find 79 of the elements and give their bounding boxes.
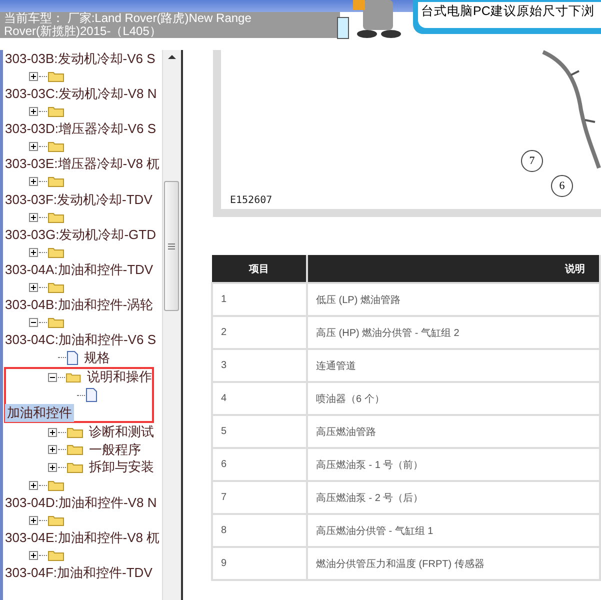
- expand-toggle[interactable]: [29, 142, 38, 152]
- tree-item[interactable]: 303-03G:发动机冷却-GTD: [5, 226, 156, 244]
- table-cell: 7: [212, 481, 307, 514]
- folder-icon: [66, 372, 81, 383]
- tree-item[interactable]: 诊断和测试: [89, 423, 154, 442]
- table-cell: 2: [212, 316, 307, 349]
- folder-icon: [48, 176, 64, 188]
- expand-toggle[interactable]: [48, 445, 57, 454]
- column-header: 说明: [307, 255, 600, 283]
- table-cell: 5: [212, 415, 307, 448]
- table-cell: 9: [212, 547, 307, 580]
- tree-item[interactable]: 303-04A:加油和控件-TDV: [5, 260, 154, 279]
- tree-item[interactable]: 303-03D:增压器冷却-V6 S: [5, 120, 156, 138]
- expand-toggle[interactable]: [29, 72, 38, 81]
- figure-code: E152607: [230, 195, 272, 206]
- scrollbar[interactable]: [162, 50, 181, 600]
- expand-toggle[interactable]: [48, 428, 57, 437]
- tree-item[interactable]: 规格: [84, 348, 110, 367]
- table-cell: 高压燃油分供管 - 气缸组 1: [307, 514, 600, 547]
- folder-icon: [48, 141, 64, 152]
- folder-icon: [67, 444, 83, 456]
- expand-toggle[interactable]: [29, 283, 38, 292]
- folder-icon: [48, 317, 64, 328]
- callout-number: 6: [551, 175, 573, 197]
- table-cell: 低压 (LP) 燃油管路: [307, 283, 600, 316]
- expand-toggle[interactable]: [29, 480, 38, 490]
- tree-item[interactable]: 303-04D:加油和控件-V8 N: [5, 494, 157, 512]
- tree-item[interactable]: 303-04F:加油和控件-TDV: [5, 564, 152, 582]
- folder-icon: [67, 426, 83, 438]
- expand-toggle[interactable]: [29, 177, 38, 186]
- expand-toggle[interactable]: [29, 212, 38, 222]
- table-cell: 燃油分供管压力和温度 (FRPT) 传感器: [307, 547, 600, 580]
- table-cell: 6: [212, 448, 307, 481]
- folder-icon: [48, 514, 64, 526]
- tree-item[interactable]: 加油和控件: [5, 404, 74, 422]
- table-cell: 高压燃油泵 - 1 号（前）: [307, 448, 600, 481]
- tree-item[interactable]: 说明和操作: [87, 368, 152, 386]
- input-field[interactable]: [337, 17, 349, 39]
- table-cell: 高压 (HP) 燃油分供管 - 气缸组 2: [307, 316, 600, 349]
- table-cell: 连通管道: [307, 349, 600, 382]
- collapse-toggle[interactable]: [29, 318, 38, 328]
- tree-item[interactable]: 303-04C:加油和控件-V6 S: [5, 331, 156, 350]
- document-icon: [67, 350, 78, 365]
- tree-item[interactable]: 拆卸与安装: [89, 458, 154, 476]
- table-cell: 4: [212, 382, 307, 415]
- expand-toggle[interactable]: [29, 107, 38, 116]
- tree-item[interactable]: 一般程序: [89, 440, 141, 459]
- callout-number: 7: [521, 150, 543, 172]
- folder-icon: [48, 212, 64, 223]
- header-text: Rover(新揽胜)2015-（L405）: [4, 25, 162, 38]
- tree-item[interactable]: 303-03B:发动机冷却-V6 S: [5, 50, 156, 68]
- expand-toggle[interactable]: [29, 248, 38, 257]
- column-header: 项目: [212, 255, 307, 283]
- banner-text: 台式电脑PC建议原始尺寸下浏: [418, 2, 601, 28]
- document-icon: [86, 388, 97, 402]
- table-cell: 1: [212, 283, 307, 316]
- tree-item[interactable]: 303-04E:加油和控件-V8 杌: [5, 528, 160, 547]
- collapse-toggle[interactable]: [48, 372, 57, 382]
- folder-icon: [67, 462, 83, 473]
- folder-icon: [48, 282, 64, 294]
- folder-icon: [48, 246, 64, 258]
- scroll-thumb[interactable]: [164, 181, 179, 311]
- table-cell: 高压燃油管路: [307, 415, 600, 448]
- expand-toggle[interactable]: [29, 516, 38, 525]
- table-cell: 3: [212, 349, 307, 382]
- tree-item[interactable]: 303-03C:发动机冷却-V8 N: [5, 84, 157, 103]
- expand-toggle[interactable]: [29, 550, 38, 560]
- folder-icon: [48, 480, 64, 491]
- tree-item[interactable]: 303-03E:增压器冷却-V8 杌: [5, 155, 160, 174]
- folder-icon: [48, 70, 64, 82]
- folder-icon: [48, 550, 64, 561]
- folder-icon: [48, 106, 64, 118]
- tree-item[interactable]: 303-03F:发动机冷却-TDV: [5, 190, 152, 209]
- tree-item[interactable]: 303-04B:加油和控件-涡轮: [5, 296, 154, 314]
- table-cell: 高压燃油泵 - 2 号（后）: [307, 481, 600, 514]
- header-text: 当前车型： 厂家:Land Rover(路虎)New Range: [4, 12, 252, 25]
- table-cell: 8: [212, 514, 307, 547]
- expand-toggle[interactable]: [48, 462, 57, 472]
- table-cell: 喷油器（6 个）: [307, 382, 600, 415]
